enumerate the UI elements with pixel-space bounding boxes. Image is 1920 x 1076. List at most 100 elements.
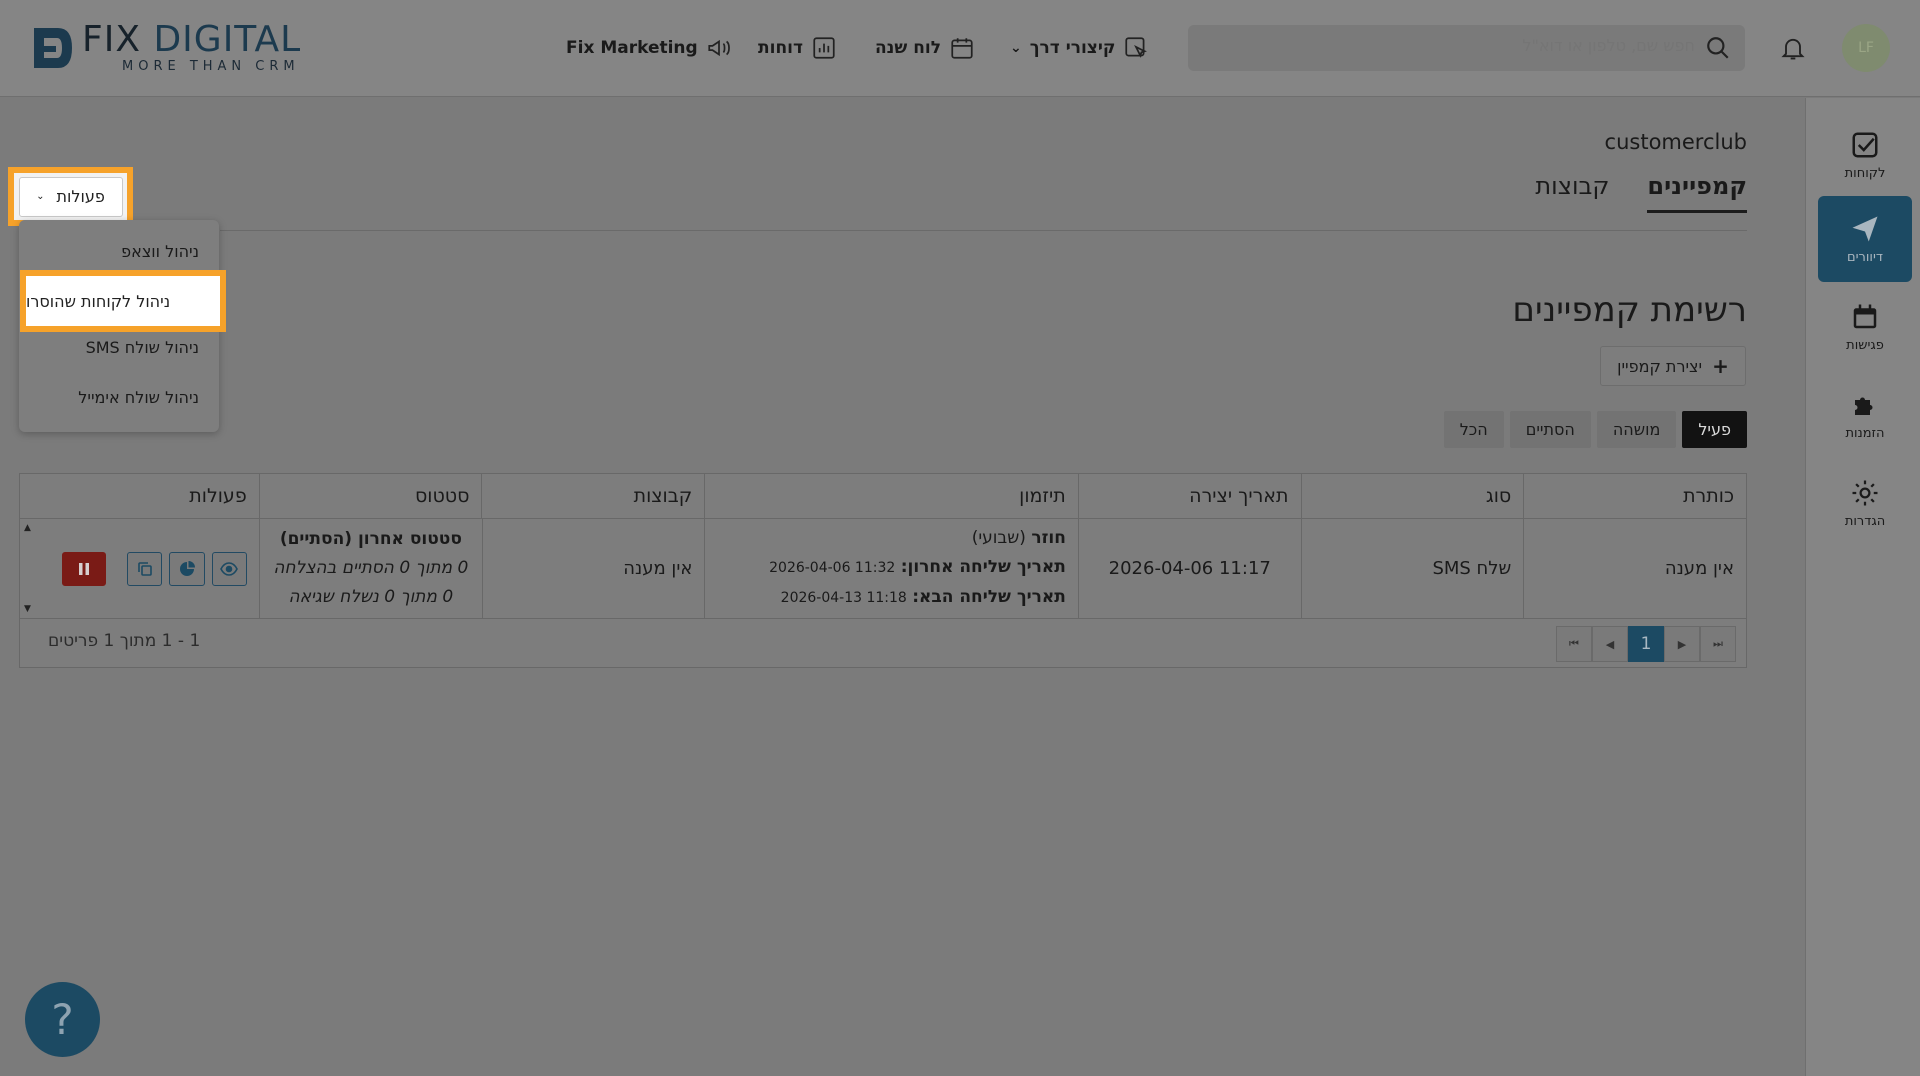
nav-shortcuts-label: קיצורי דרך (1029, 38, 1116, 58)
cell-title: אין מענה (1523, 519, 1746, 618)
nav-fix-marketing-label: Fix Marketing (566, 38, 698, 58)
page-button-current[interactable]: 1 (1628, 626, 1664, 662)
tab-groups[interactable]: קבוצות (1535, 172, 1609, 213)
prev-page-button[interactable]: ◀ (1592, 626, 1628, 662)
recurring-label: חוזר (1031, 528, 1066, 548)
campaigns-table: כותרת סוג תאריך יצירה תיזמון קבוצות סטטו… (19, 473, 1747, 668)
chevron-down-icon: ⌄ (1010, 40, 1022, 56)
nav-reports-label: דוחות (758, 38, 803, 58)
sidebar-item-label: דיוורים (1847, 249, 1883, 265)
view-button[interactable] (211, 551, 247, 586)
first-page-button[interactable]: ⏮ (1556, 626, 1592, 662)
check-square-icon (1852, 132, 1878, 157)
next-send-value: 2026-04-13 11:18 (780, 590, 907, 606)
nav-shortcuts[interactable]: ⌄ קיצורי דרך (1010, 28, 1149, 68)
calendar-icon (951, 38, 973, 59)
pie-chart-icon (180, 560, 196, 576)
filter-all[interactable]: הכל (1443, 411, 1504, 448)
actions-dropdown-button[interactable]: ⌄ פעולות (18, 176, 123, 217)
sidebar-item-label: הגדרות (1844, 513, 1886, 529)
sidebar-item-meetings[interactable]: פגישות (1818, 284, 1912, 370)
menu-item-email-sender[interactable]: ניהול שולח אימייל (78, 388, 199, 407)
duplicate-button[interactable] (127, 551, 163, 586)
stats-button[interactable] (169, 551, 205, 586)
last-send-label: תאריך שליחה אחרון: (900, 557, 1066, 577)
status-success: 0 מתוך 0 הסתיים בהצלחה (273, 558, 469, 578)
gear-icon (1852, 480, 1878, 505)
nav-fix-marketing[interactable]: Fix Marketing (566, 28, 732, 68)
tab-campaigns[interactable]: קמפיינים (1647, 172, 1747, 213)
last-page-button[interactable]: ⏭ (1700, 626, 1736, 662)
menu-item-removed-customers[interactable]: ניהול לקוחות שהוסרו (20, 270, 226, 332)
filter-active[interactable]: פעיל (1682, 411, 1747, 448)
items-count: 1 - 1 מתוך 1 פריטים (48, 631, 201, 651)
table-header: כותרת סוג תאריך יצירה תיזמון קבוצות סטטו… (20, 474, 1746, 519)
menu-item-whatsapp[interactable]: ניהול ווצאפ (121, 242, 199, 261)
sidebar-item-customers[interactable]: לקוחות (1818, 112, 1912, 198)
bar-chart-icon (813, 37, 835, 59)
pagination: ⏮ ◀ 1 ▶ ⏭ (1556, 626, 1736, 662)
nav-reports[interactable]: דוחות (758, 28, 837, 68)
sidebar-item-mailings[interactable]: דיוורים (1818, 196, 1912, 282)
brand-logo[interactable]: FIX DIGITAL MORE THAN CRM (30, 22, 301, 73)
avatar[interactable]: LF (1842, 24, 1890, 72)
page-title: רשימת קמפיינים (1512, 290, 1747, 330)
actions-dropdown-highlight: ⌄ פעולות (8, 167, 133, 226)
filter-paused[interactable]: מושהה (1596, 411, 1677, 448)
column-header-type[interactable]: סוג (1300, 474, 1524, 518)
calendar-icon (1853, 304, 1877, 328)
paper-plane-icon (1852, 216, 1878, 241)
table-footer: ⏮ ◀ 1 ▶ ⏭ 1 - 1 מתוך 1 פריטים (20, 619, 1746, 667)
search-input[interactable] (1275, 36, 1695, 55)
next-page-button[interactable]: ▶ (1664, 626, 1700, 662)
megaphone-icon (708, 39, 730, 57)
global-search[interactable] (1188, 25, 1745, 71)
table-row[interactable]: אין מענה שלח SMS 2026-04-06 11:17 חוזר (… (20, 519, 1746, 619)
brand-tagline: MORE THAN CRM (122, 59, 300, 74)
filter-finished[interactable]: הסתיים (1509, 411, 1591, 448)
sidebar-item-label: לקוחות (1844, 165, 1886, 181)
sidebar-item-orders[interactable]: הזמנות (1818, 372, 1912, 458)
cell-type: שלח SMS (1300, 519, 1524, 618)
menu-item-sms-sender[interactable]: ניהול שולח SMS (86, 338, 199, 357)
page-label: customerclub (1604, 130, 1747, 154)
column-header-groups[interactable]: קבוצות (481, 474, 704, 518)
help-button[interactable]: ? (25, 982, 100, 1057)
pause-button[interactable] (62, 551, 107, 586)
scroll-up-arrow-icon[interactable]: ▲ (24, 523, 31, 533)
status-error: 0 מתוך 0 נשלח שגיאה (288, 587, 454, 607)
chevron-down-icon: ⌄ (36, 191, 45, 202)
brand-name-part1: FIX (82, 19, 141, 60)
actions-dropdown-label: פעולות (56, 187, 105, 206)
logo-mark-icon (34, 27, 72, 68)
tabs: קמפיינים קבוצות (1535, 172, 1747, 213)
create-campaign-label: יצירת קמפיין (1617, 356, 1703, 376)
plus-icon: + (1712, 354, 1729, 378)
sidebar-item-settings[interactable]: הגדרות (1818, 460, 1912, 546)
nav-calendar[interactable]: לוח שנה (875, 28, 975, 68)
sidebar-item-label: הזמנות (1845, 425, 1885, 441)
cell-created: 2026-04-06 11:17 (1077, 519, 1301, 618)
bell-icon[interactable] (1779, 33, 1807, 63)
status-headline: סטטוס אחרון (הסתיים) (279, 529, 462, 549)
nav-calendar-label: לוח שנה (875, 38, 941, 58)
pause-icon (79, 562, 90, 575)
top-header: FIX DIGITAL MORE THAN CRM Fix Marketing … (0, 0, 1920, 97)
copy-icon (137, 561, 152, 576)
column-header-status[interactable]: סטטוס (258, 474, 482, 518)
column-header-created[interactable]: תאריך יצירה (1077, 474, 1301, 518)
cell-actions: ▲ ▼ (20, 519, 259, 618)
scroll-down-arrow-icon[interactable]: ▼ (24, 604, 31, 614)
cell-status: סטטוס אחרון (הסתיים) 0 מתוך 0 הסתיים בהצ… (259, 519, 482, 618)
column-header-schedule[interactable]: תיזמון (704, 474, 1078, 518)
next-send-label: תאריך שליחה הבא: (912, 587, 1066, 607)
puzzle-icon (1855, 397, 1873, 415)
eye-icon (220, 561, 239, 576)
brand-name-part2: DIGITAL (153, 19, 302, 60)
create-campaign-button[interactable]: + יצירת קמפיין (1600, 346, 1746, 386)
tabs-divider (220, 230, 1747, 231)
cell-schedule: חוזר (שבועי) תאריך שליחה אחרון: 2026-04-… (704, 519, 1077, 618)
right-sidebar: לקוחות דיוורים פגישות הזמנות הגדרות (1805, 98, 1920, 1076)
column-header-title[interactable]: כותרת (1523, 474, 1746, 518)
status-filters: פעיל מושהה הסתיים הכל (1443, 411, 1747, 448)
